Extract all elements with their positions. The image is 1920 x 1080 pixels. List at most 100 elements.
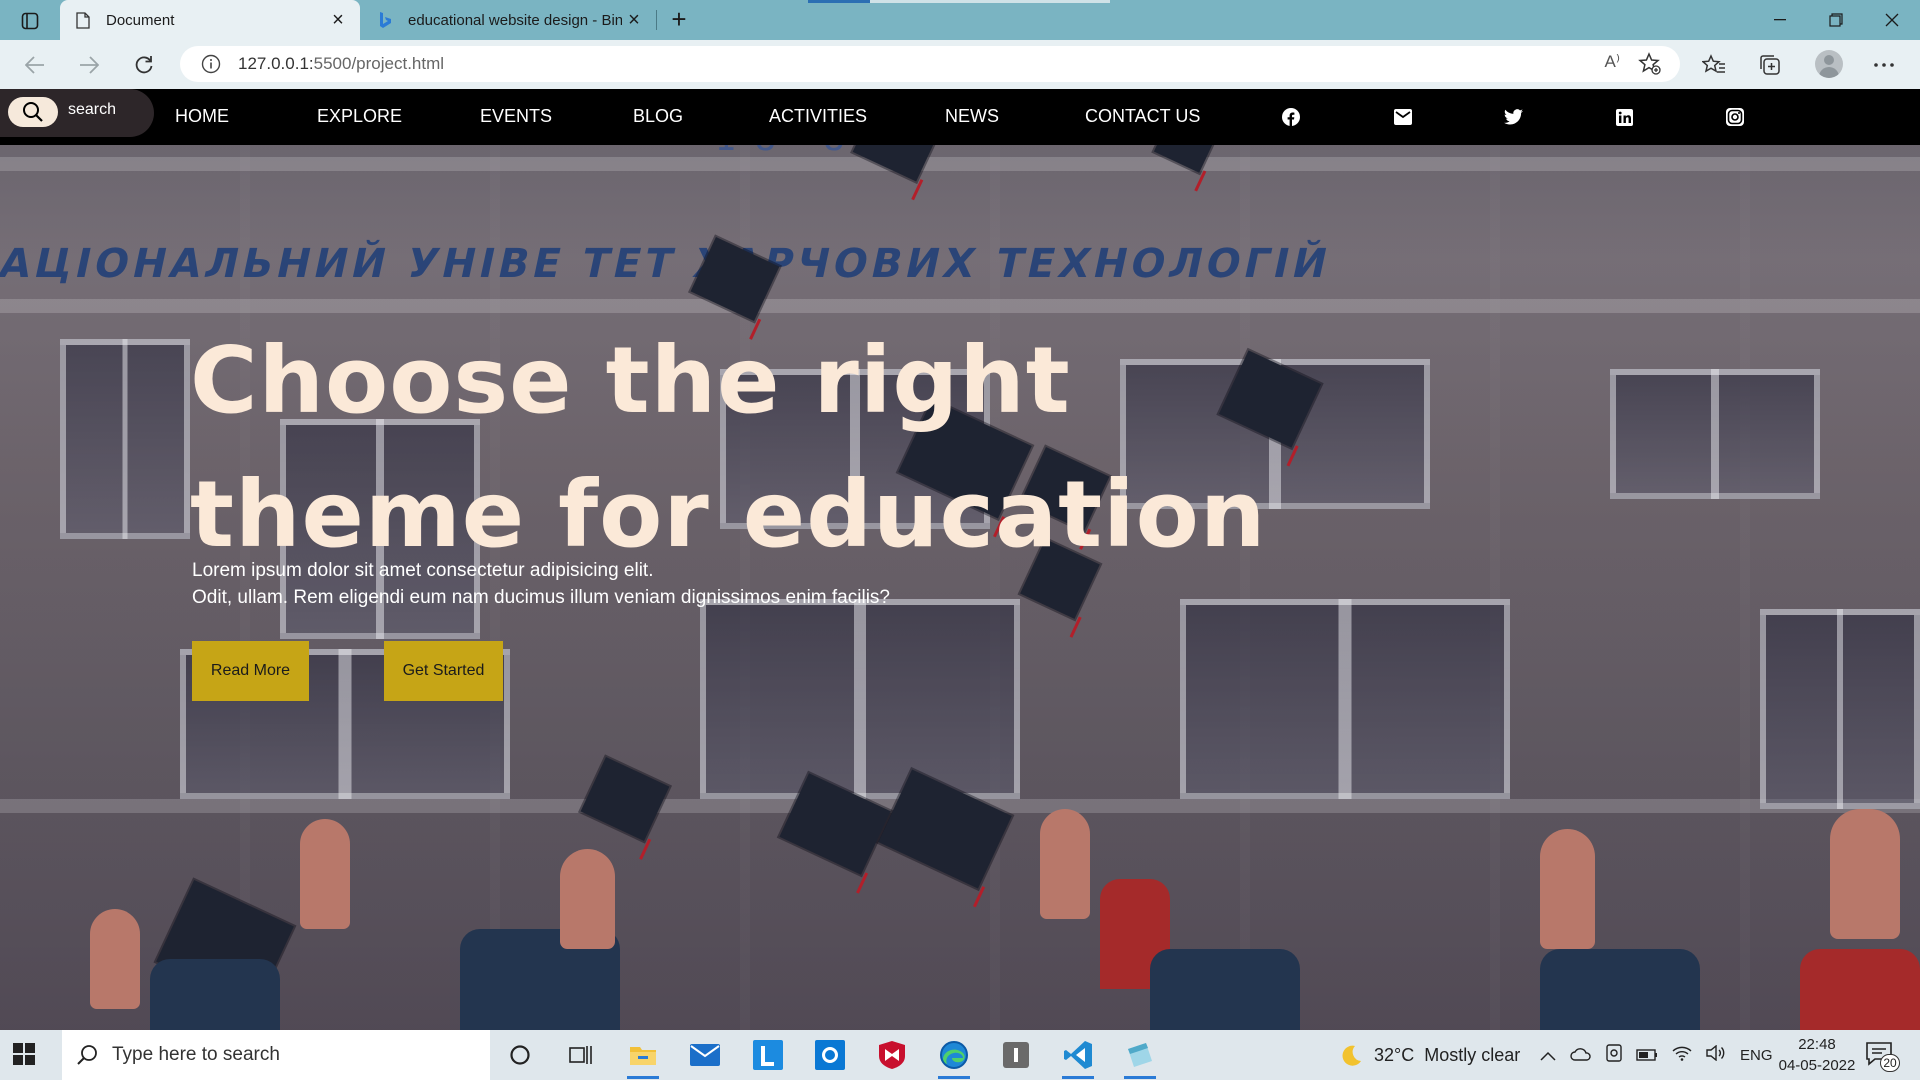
address-bar[interactable]: 127.0.0.1:5500/project.html A⁾ bbox=[180, 46, 1680, 82]
taskbar-search-placeholder: Type here to search bbox=[112, 1044, 280, 1065]
tab-title: educational website design - Bin bbox=[408, 11, 622, 29]
raised-hand bbox=[90, 909, 140, 1009]
collections-icon[interactable] bbox=[1756, 52, 1784, 78]
windows-taskbar: Type here to search 32°C Mostly clear EN… bbox=[0, 1030, 1920, 1080]
search-icon bbox=[23, 102, 43, 122]
hero-headline: Choose the right theme for education bbox=[190, 314, 1266, 582]
chevron-up-icon[interactable] bbox=[1540, 1045, 1556, 1066]
weather-description: Mostly clear bbox=[1424, 1044, 1521, 1065]
edge-icon[interactable] bbox=[934, 1037, 974, 1079]
close-icon[interactable]: × bbox=[622, 8, 646, 32]
clock-time: 22:48 bbox=[1798, 1036, 1836, 1053]
linkedin-icon[interactable] bbox=[1614, 107, 1634, 127]
nav-activities[interactable]: ACTIVITIES bbox=[769, 106, 867, 127]
url-text[interactable]: 127.0.0.1:5500/project.html bbox=[238, 54, 444, 74]
add-favorite-icon[interactable] bbox=[1638, 52, 1662, 76]
building-window bbox=[60, 339, 190, 539]
refresh-button[interactable] bbox=[127, 48, 161, 82]
nav-blog[interactable]: BLOG bbox=[633, 106, 683, 127]
bing-icon bbox=[376, 11, 394, 29]
l-app-icon[interactable] bbox=[748, 1037, 788, 1073]
building-window bbox=[1180, 599, 1510, 799]
mail-icon[interactable] bbox=[1393, 107, 1413, 127]
instagram-icon[interactable] bbox=[1725, 107, 1745, 127]
hero-description: Lorem ipsum dolor sit amet consectetur a… bbox=[192, 557, 890, 611]
volume-icon[interactable] bbox=[1706, 1044, 1726, 1066]
meet-now-icon[interactable] bbox=[1606, 1043, 1622, 1067]
cortana-icon[interactable] bbox=[500, 1037, 540, 1073]
vscode-icon[interactable] bbox=[1058, 1037, 1098, 1079]
building-window bbox=[1610, 369, 1820, 499]
tab-strip-highlight bbox=[808, 0, 878, 3]
tab-actions-icon[interactable] bbox=[14, 8, 46, 34]
tab-separator bbox=[656, 10, 657, 30]
wifi-icon[interactable] bbox=[1672, 1045, 1692, 1066]
clock-date: 04-05-2022 bbox=[1778, 1057, 1856, 1074]
twitter-icon[interactable] bbox=[1503, 107, 1523, 127]
nav-contact-us[interactable]: CONTACT US bbox=[1085, 106, 1200, 127]
nav-explore[interactable]: EXPLORE bbox=[317, 106, 402, 127]
taskbar-clock[interactable]: 22:48 04-05-2022 bbox=[1762, 1034, 1872, 1076]
taskbar-search-box[interactable]: Type here to search bbox=[62, 1030, 490, 1080]
site-navbar: search HOME EXPLORE EVENTS BLOG ACTIVITI… bbox=[0, 89, 1920, 145]
get-started-button[interactable]: Get Started bbox=[384, 641, 503, 701]
url-path: 5500/project.html bbox=[313, 54, 445, 73]
mcafee-icon[interactable] bbox=[872, 1037, 912, 1073]
nav-home[interactable]: HOME bbox=[175, 106, 229, 127]
gown-sleeve bbox=[150, 959, 280, 1030]
back-button[interactable] bbox=[18, 48, 52, 82]
file-explorer-icon[interactable] bbox=[623, 1037, 663, 1079]
close-icon[interactable]: × bbox=[326, 8, 350, 32]
task-view-icon[interactable] bbox=[561, 1037, 601, 1073]
gown-sleeve bbox=[1150, 949, 1300, 1030]
windows-start-icon[interactable] bbox=[12, 1042, 38, 1068]
hero-description-line-1: Lorem ipsum dolor sit amet consectetur a… bbox=[192, 560, 654, 581]
search-box[interactable]: search bbox=[0, 89, 154, 137]
moon-icon bbox=[1342, 1045, 1361, 1066]
building-inscription: АЦІОНАЛЬНИЙ УНІВЕ ТЕТ ХАРЧОВИХ ТЕХНОЛОГІ… bbox=[0, 241, 1336, 287]
raised-hand bbox=[300, 819, 350, 929]
gown-sleeve bbox=[1800, 949, 1920, 1030]
new-tab-button[interactable]: + bbox=[664, 6, 694, 34]
building-cornice bbox=[0, 299, 1920, 313]
facebook-icon[interactable] bbox=[1281, 107, 1301, 127]
weather-widget[interactable]: 32°C Mostly clear bbox=[1338, 1030, 1520, 1080]
more-options-icon[interactable] bbox=[1870, 52, 1898, 78]
read-more-button[interactable]: Read More bbox=[192, 641, 309, 701]
tab-document[interactable]: Document × bbox=[60, 0, 360, 40]
raised-hand bbox=[1830, 809, 1900, 939]
nav-events[interactable]: EVENTS bbox=[480, 106, 552, 127]
gown-sleeve bbox=[1540, 949, 1700, 1030]
hero-headline-line-1: Choose the right bbox=[190, 327, 1071, 434]
nav-news[interactable]: NEWS bbox=[945, 106, 999, 127]
running-indicator bbox=[1124, 1076, 1156, 1079]
info-icon[interactable] bbox=[200, 53, 222, 75]
outlook-icon[interactable] bbox=[810, 1037, 850, 1073]
profile-avatar[interactable] bbox=[1815, 50, 1843, 78]
minimize-button[interactable] bbox=[1752, 0, 1808, 40]
running-indicator bbox=[938, 1076, 970, 1079]
running-indicator bbox=[627, 1076, 659, 1079]
search-button[interactable] bbox=[8, 97, 58, 127]
building-window bbox=[1760, 609, 1920, 809]
read-aloud-icon[interactable]: A⁾ bbox=[1604, 52, 1620, 72]
browser-toolbar: 127.0.0.1:5500/project.html A⁾ bbox=[0, 40, 1920, 89]
notification-count-badge: 20 bbox=[1880, 1054, 1900, 1072]
browser-tab-strip: Document × educational website design - … bbox=[0, 0, 1920, 40]
tab-bing-search[interactable]: educational website design - Bin × bbox=[362, 0, 656, 40]
building-cornice bbox=[0, 157, 1920, 171]
close-window-button[interactable] bbox=[1864, 0, 1920, 40]
mail-app-icon[interactable] bbox=[685, 1037, 725, 1073]
app-icon[interactable] bbox=[996, 1037, 1036, 1073]
forward-button[interactable] bbox=[72, 48, 106, 82]
building-window bbox=[700, 599, 1020, 799]
running-indicator bbox=[1062, 1076, 1094, 1079]
favorites-icon[interactable] bbox=[1700, 52, 1728, 78]
battery-icon[interactable] bbox=[1636, 1045, 1658, 1066]
raised-hand bbox=[1540, 829, 1595, 949]
notepad-app-icon[interactable] bbox=[1120, 1037, 1160, 1079]
tab-title: Document bbox=[106, 11, 175, 29]
restore-button[interactable] bbox=[1808, 0, 1864, 40]
system-tray: ENG bbox=[1540, 1030, 1773, 1080]
onedrive-icon[interactable] bbox=[1570, 1045, 1592, 1066]
